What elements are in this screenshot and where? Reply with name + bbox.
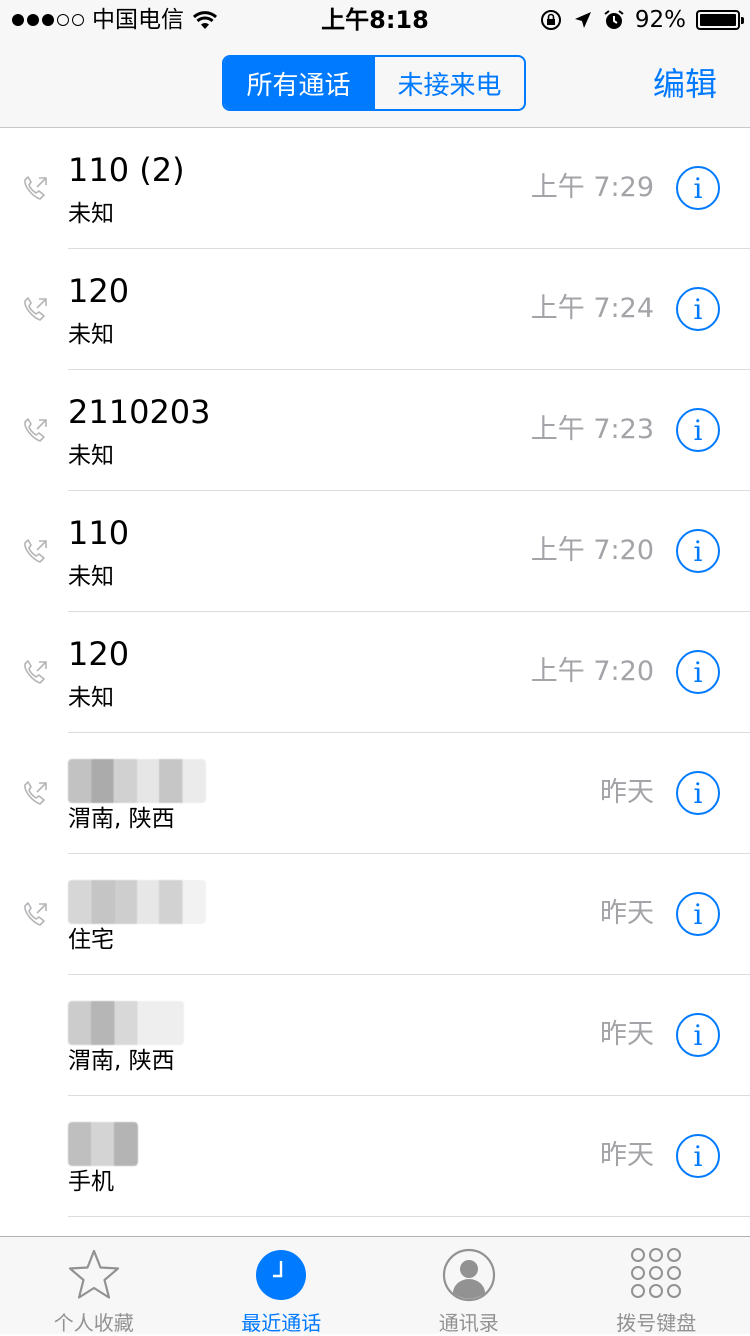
caller-subtitle: 未知: [68, 684, 114, 712]
tab-label: 拨号键盘: [563, 1307, 750, 1336]
outgoing-call-icon: [20, 900, 50, 930]
call-time: 上午 7:20: [531, 531, 654, 571]
nav-bar: 所有通话 未接来电 编辑: [0, 40, 750, 128]
call-row[interactable]: 2110203 未知 上午 7:23 i: [0, 370, 750, 491]
info-button[interactable]: i: [676, 408, 720, 452]
outgoing-call-icon: [20, 537, 50, 567]
caller-subtitle: 手机: [68, 1168, 114, 1196]
caller-name: 110: [68, 513, 129, 553]
caller-subtitle: 未知: [68, 442, 114, 470]
call-time: 上午 7:24: [531, 289, 654, 329]
call-time: 上午 7:20: [531, 652, 654, 692]
tab-keypad[interactable]: 拨号键盘: [563, 1237, 750, 1334]
tab-contacts[interactable]: 通讯录: [375, 1237, 563, 1334]
call-row[interactable]: 渭南, 陕西 昨天 i: [0, 733, 750, 854]
call-row[interactable]: 渭南, 陕西 昨天 i: [0, 975, 750, 1096]
info-button[interactable]: i: [676, 287, 720, 331]
redacted-caller-name: [68, 880, 206, 924]
battery-percentage: 92%: [635, 7, 686, 33]
alarm-icon: [603, 9, 625, 31]
caller-subtitle: 渭南, 陕西: [68, 805, 175, 833]
recents-list: 110 (2)未知上午 7:29i120未知上午 7:24i2110203未知上…: [0, 128, 750, 1217]
caller-subtitle: 未知: [68, 321, 114, 349]
redacted-caller-name: [68, 1001, 184, 1045]
info-button[interactable]: i: [676, 1134, 720, 1178]
call-time: 昨天: [600, 1015, 654, 1055]
outgoing-call-icon: [20, 658, 50, 688]
call-row[interactable]: 110 未知 上午 7:20 i: [0, 491, 750, 612]
info-button[interactable]: i: [676, 650, 720, 694]
location-icon: [573, 10, 593, 30]
outgoing-call-icon: [20, 295, 50, 325]
status-bar: 中国电信 上午8:18 92%: [0, 0, 750, 40]
caller-name: 120: [68, 271, 129, 311]
tab-favorites[interactable]: 个人收藏: [0, 1237, 188, 1334]
orientation-lock-icon: [539, 8, 563, 32]
info-button[interactable]: i: [676, 1013, 720, 1057]
info-button[interactable]: i: [676, 166, 720, 210]
segment-missed-calls[interactable]: 未接来电: [373, 57, 524, 109]
segment-all-calls[interactable]: 所有通话: [224, 57, 373, 109]
caller-subtitle: 未知: [68, 200, 114, 228]
info-button[interactable]: i: [676, 771, 720, 815]
outgoing-call-icon: [20, 174, 50, 204]
call-time: 昨天: [600, 773, 654, 813]
tab-label: 通讯录: [375, 1307, 563, 1336]
call-row[interactable]: 110 (2) 未知 上午 7:29 i: [0, 128, 750, 249]
caller-name: 2110203: [68, 392, 211, 432]
call-row[interactable]: 手机 昨天 i: [0, 1096, 750, 1217]
contacts-icon: [441, 1247, 497, 1303]
call-time: 昨天: [600, 1136, 654, 1176]
info-button[interactable]: i: [676, 892, 720, 936]
caller-subtitle: 住宅: [68, 926, 114, 954]
call-time: 上午 7:29: [531, 168, 654, 208]
star-icon: [66, 1247, 122, 1303]
tab-recents[interactable]: 最近通话: [188, 1237, 376, 1334]
caller-subtitle: 未知: [68, 563, 114, 591]
clock-icon: [253, 1247, 309, 1303]
call-time: 昨天: [600, 894, 654, 934]
tab-bar: 个人收藏 最近通话 通讯录 拨号键盘: [0, 1236, 750, 1334]
tab-label: 个人收藏: [0, 1307, 188, 1336]
battery-icon: [696, 10, 740, 30]
call-filter-segmented-control: 所有通话 未接来电: [222, 55, 526, 111]
row-divider: [68, 1216, 750, 1217]
redacted-caller-name: [68, 1122, 138, 1166]
caller-name: 110 (2): [68, 150, 185, 190]
redacted-caller-name: [68, 759, 206, 803]
edit-button[interactable]: 编辑: [653, 62, 717, 106]
info-button[interactable]: i: [676, 529, 720, 573]
outgoing-call-icon: [20, 416, 50, 446]
keypad-icon: [628, 1247, 684, 1303]
call-row[interactable]: 120 未知 上午 7:20 i: [0, 612, 750, 733]
call-row[interactable]: 120 未知 上午 7:24 i: [0, 249, 750, 370]
tab-label: 最近通话: [188, 1307, 376, 1336]
caller-subtitle: 渭南, 陕西: [68, 1047, 175, 1075]
outgoing-call-icon: [20, 779, 50, 809]
call-row[interactable]: 住宅 昨天 i: [0, 854, 750, 975]
status-right: 92%: [539, 5, 740, 35]
caller-name: 120: [68, 634, 129, 674]
call-time: 上午 7:23: [531, 410, 654, 450]
